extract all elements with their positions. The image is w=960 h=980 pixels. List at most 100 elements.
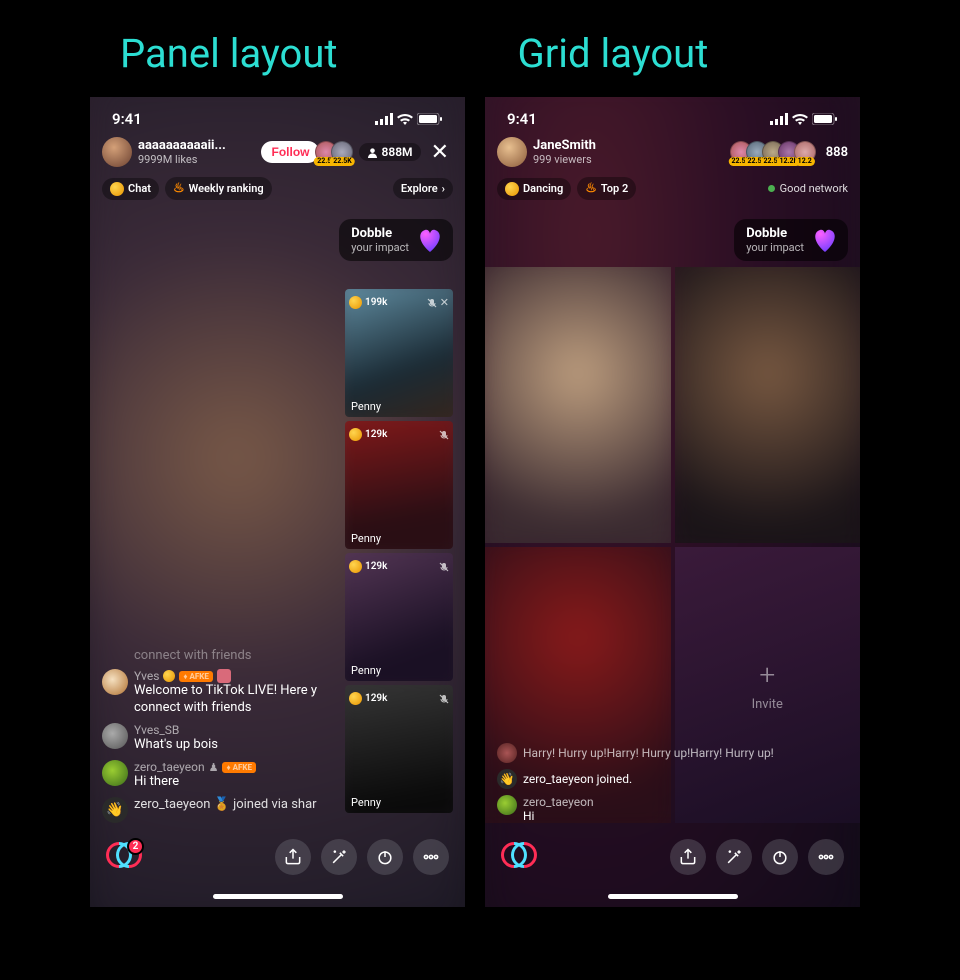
grid-tiles: + Invite — [485, 267, 860, 823]
follow-button[interactable]: Follow — [261, 141, 319, 163]
chat-text: Hi — [523, 809, 594, 823]
chat-avatar[interactable] — [102, 723, 128, 749]
chat-avatar[interactable] — [102, 760, 128, 786]
ranking-chip[interactable]: ♨ Weekly ranking — [165, 177, 272, 200]
viewer-count[interactable]: 888 — [826, 145, 848, 160]
chat-message[interactable]: Yves ♦ AFKE Welcome to TikTok LIVE! Here… — [102, 669, 335, 717]
chat-avatar[interactable] — [102, 669, 128, 695]
afke-badge: ♦ AFKE — [222, 762, 255, 773]
guest-tile[interactable] — [675, 267, 861, 543]
chat-area: Harry! Hurry up!Harry! Hurry up!Harry! H… — [497, 743, 848, 823]
guest-panel[interactable]: 129k Penny — [345, 553, 453, 681]
guest-tile[interactable] — [485, 267, 671, 543]
promo-banner[interactable]: Dobble your impact — [339, 219, 453, 261]
host-username[interactable]: aaaaaaaaaaii... — [138, 138, 255, 153]
guest-panel[interactable]: 129k Penny — [345, 421, 453, 549]
chat-text: Hi there — [134, 774, 335, 791]
home-indicator[interactable] — [213, 894, 343, 899]
status-time: 9:41 — [507, 110, 537, 128]
effects-button[interactable] — [716, 839, 752, 875]
more-button[interactable] — [413, 839, 449, 875]
guest-name: Penny — [351, 796, 381, 809]
status-bar: 9:41 — [485, 97, 860, 131]
promo-title: Dobble — [746, 226, 804, 241]
more-button[interactable] — [808, 839, 844, 875]
chat-system-text: zero_taeyeon 🏅 joined via shar — [134, 797, 335, 814]
chat-username: Yves — [134, 669, 159, 683]
viewer-avatar[interactable]: 22.5K — [331, 141, 353, 163]
promo-subtitle: your impact — [351, 241, 409, 254]
more-icon — [421, 847, 441, 867]
close-button[interactable]: ✕ — [427, 140, 453, 165]
mute-icon[interactable] — [439, 689, 449, 708]
multiguest-button[interactable] — [501, 842, 531, 872]
guest-panel[interactable]: 199k ✕ Penny — [345, 289, 453, 417]
home-indicator[interactable] — [608, 894, 738, 899]
power-button[interactable] — [762, 839, 798, 875]
ranking-chip[interactable]: ♨ Top 2 — [577, 177, 636, 200]
signal-icon — [375, 113, 393, 125]
plus-icon: + — [759, 658, 775, 691]
mute-icon[interactable] — [427, 293, 437, 312]
guest-coin-count: 129k — [365, 429, 387, 440]
guest-name: Penny — [351, 532, 381, 545]
host-avatar[interactable] — [497, 137, 527, 167]
chat-system-message: 👋 zero_taeyeon 🏅 joined via shar — [102, 797, 335, 823]
guest-name: Penny — [351, 400, 381, 413]
battery-icon — [812, 113, 838, 125]
power-button[interactable] — [367, 839, 403, 875]
bottom-toolbar: 2 — [90, 839, 465, 875]
chat-chip[interactable]: Chat — [102, 178, 159, 200]
chat-avatar — [497, 743, 517, 763]
chat-text: What's up bois — [134, 737, 335, 754]
explore-chip[interactable]: Explore › — [393, 178, 453, 199]
chips-row: Chat ♨ Weekly ranking Explore › — [90, 173, 465, 204]
wand-icon — [724, 847, 744, 867]
bottom-toolbar — [485, 839, 860, 875]
category-chip[interactable]: Dancing — [497, 178, 571, 200]
multiguest-button[interactable]: 2 — [106, 842, 136, 872]
phone-grid-layout: 9:41 JaneSmith 999 viewers 22.5K 22.5K 2… — [485, 97, 860, 907]
coin-icon — [349, 296, 362, 309]
wand-icon — [329, 847, 349, 867]
mute-icon[interactable] — [439, 557, 449, 576]
viewer-avatar[interactable]: 12.2 — [794, 141, 816, 163]
afke-badge: ♦ AFKE — [179, 671, 212, 682]
chat-message[interactable]: zero_taeyeon ♟ ♦ AFKE Hi there — [102, 760, 335, 791]
network-dot-icon — [768, 185, 775, 192]
host-username[interactable]: JaneSmith — [533, 138, 734, 153]
mute-icon[interactable] — [439, 425, 449, 444]
share-button[interactable] — [670, 839, 706, 875]
share-button[interactable] — [275, 839, 311, 875]
coin-icon — [349, 428, 362, 441]
phone-panel-layout: 9:41 aaaaaaaaaaii... 9999M likes Follow … — [90, 97, 465, 907]
title-grid: Grid layout — [518, 30, 709, 77]
viewer-count-pill[interactable]: 888M — [359, 143, 420, 161]
panel-close-button[interactable]: ✕ — [440, 296, 449, 309]
guest-panel[interactable]: 129k Penny — [345, 685, 453, 813]
coin-icon — [505, 182, 519, 196]
chat-text: Welcome to TikTok LIVE! Here y connect w… — [134, 683, 335, 717]
battery-icon — [417, 113, 443, 125]
effects-button[interactable] — [321, 839, 357, 875]
person-icon — [367, 147, 378, 158]
guest-panels: 199k ✕ Penny 129k Penny — [345, 289, 453, 813]
power-icon — [375, 847, 395, 867]
status-bar: 9:41 — [90, 97, 465, 131]
more-icon — [816, 847, 836, 867]
chat-message[interactable]: zero_taeyeon Hi — [497, 795, 848, 823]
chat-avatar[interactable] — [497, 795, 517, 815]
chat-username: zero_taeyeon — [523, 795, 594, 809]
live-header: JaneSmith 999 viewers 22.5K 22.5K 22.5K … — [485, 131, 860, 173]
promo-banner[interactable]: Dobble your impact — [734, 219, 848, 261]
chips-row: Dancing ♨ Top 2 Good network — [485, 173, 860, 204]
heart-icon — [810, 225, 840, 255]
network-status: Good network — [768, 182, 848, 195]
chat-area: connect with friends Yves ♦ AFKE Welcome… — [102, 648, 335, 823]
guest-coin-count: 199k — [365, 297, 387, 308]
mod-badge-icon: ♟ — [209, 761, 219, 774]
host-avatar[interactable] — [102, 137, 132, 167]
host-likes: 9999M likes — [138, 153, 255, 166]
chat-message[interactable]: Yves_SB What's up bois — [102, 723, 335, 754]
wifi-icon — [397, 113, 413, 125]
